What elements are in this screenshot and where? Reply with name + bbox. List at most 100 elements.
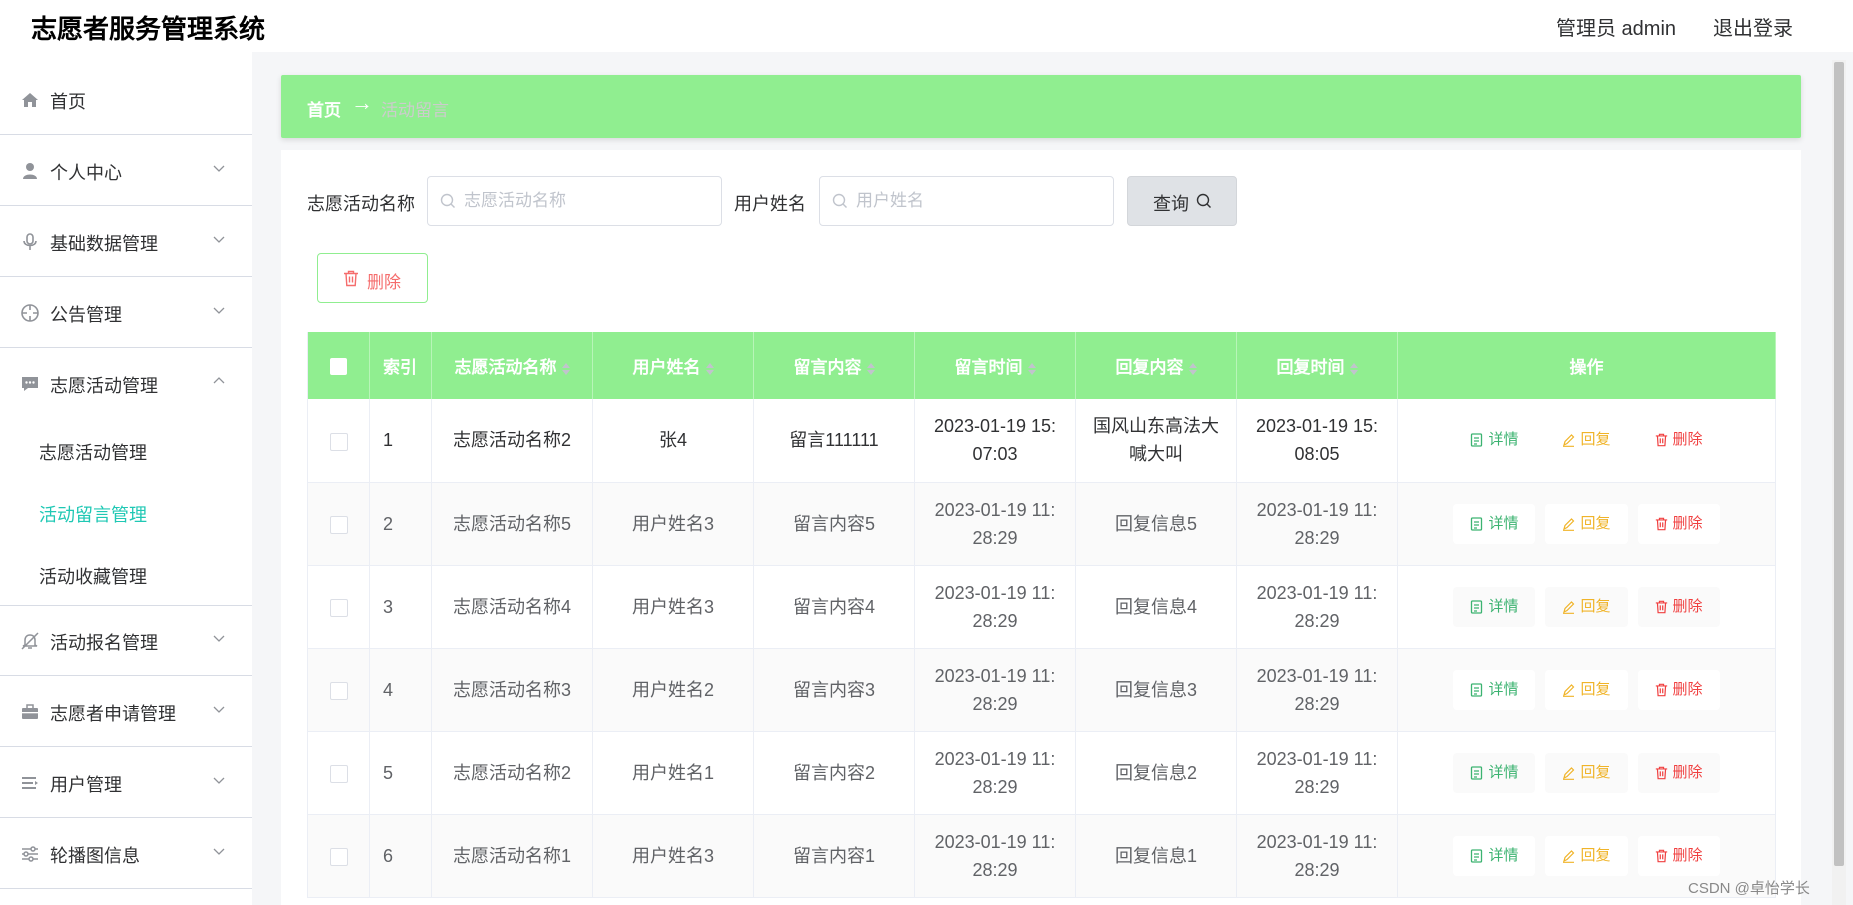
submenu-item-activity-management[interactable]: 志愿活动管理 <box>0 419 252 481</box>
delete-button[interactable]: 删除 <box>1637 669 1720 710</box>
sort-icon[interactable] <box>561 362 570 376</box>
current-user: 管理员 admin <box>1556 18 1677 40</box>
document-icon <box>1471 848 1483 863</box>
trash-icon <box>1655 433 1667 447</box>
reply-line-1: 回复信息5 <box>1114 513 1197 534</box>
cell-activity: 志愿活动名称3 <box>431 648 593 732</box>
delete-button[interactable]: 删除 <box>1637 503 1720 544</box>
cell-reply-time: 2023-01-19 15: 08:05 <box>1236 399 1398 483</box>
search-icon <box>832 193 847 208</box>
table-row: 3 志愿活动名称4 用户姓名3 留言内容4 2023-01-19 11: 28:29 回复信… <box>307 565 1776 649</box>
trash-icon <box>344 270 358 287</box>
sidebar-item-carousel[interactable]: 轮播图信息 <box>0 819 252 889</box>
app-title: 志愿者服务管理系统 <box>31 14 266 44</box>
detail-button[interactable]: 详情 <box>1453 586 1536 627</box>
row-checkbox[interactable] <box>329 681 348 700</box>
delete-button[interactable]: 删除 <box>1637 586 1720 627</box>
table-row: 2 志愿活动名称5 用户姓名3 留言内容5 2023-01-19 11: 28:29 回复信… <box>307 482 1776 566</box>
delete-label: 删除 <box>1672 431 1703 449</box>
sidebar-item-profile[interactable]: 个人中心 <box>0 136 252 206</box>
reply-button[interactable]: 回复 <box>1545 752 1628 793</box>
sidebar-item-home[interactable]: 首页 <box>0 65 252 135</box>
cell-actions: 详情 回复 删除 <box>1397 648 1776 732</box>
column-header-label: 回复内容 <box>1115 358 1184 377</box>
cell-reply: 回复信息2 <box>1075 731 1237 815</box>
trash-icon <box>1655 849 1667 862</box>
column-header-reply[interactable]: 回复内容 <box>1075 332 1237 399</box>
submenu-item-label: 志愿活动管理 <box>39 443 147 463</box>
logout-link[interactable]: 退出登录 <box>1713 12 1793 41</box>
reply-button[interactable]: 回复 <box>1545 420 1627 460</box>
query-button[interactable]: 查询 <box>1127 176 1237 226</box>
column-header-activity[interactable]: 志愿活动名称 <box>431 332 593 399</box>
cell-index: 5 <box>369 731 432 815</box>
query-button-label: 查询 <box>1153 194 1189 214</box>
detail-button[interactable]: 详情 <box>1453 420 1535 460</box>
sidebar-item-notices[interactable]: 公告管理 <box>0 278 252 348</box>
document-icon <box>1471 682 1483 697</box>
time-line-1: 2023-01-19 11: <box>934 831 1056 852</box>
sort-icon[interactable] <box>705 362 714 376</box>
table-row: 4 志愿活动名称3 用户姓名2 留言内容3 2023-01-19 11: 28:29 回复信… <box>307 648 1776 732</box>
delete-label: 删除 <box>1672 597 1703 615</box>
column-header-time[interactable]: 留言时间 <box>914 332 1076 399</box>
reply-button[interactable]: 回复 <box>1545 669 1628 710</box>
reply-button[interactable]: 回复 <box>1545 835 1628 876</box>
bulk-delete-button[interactable]: 删除 <box>317 253 428 303</box>
row-checkbox[interactable] <box>329 847 348 866</box>
row-checkbox[interactable] <box>329 764 348 783</box>
sidebar-item-volunteer-applications[interactable]: 志愿者申请管理 <box>0 677 252 747</box>
sort-icon[interactable] <box>1349 362 1358 376</box>
detail-button[interactable]: 详情 <box>1453 752 1536 793</box>
sidebar-item-activities[interactable]: 志愿活动管理 <box>0 349 252 419</box>
reply-button[interactable]: 回复 <box>1545 503 1628 544</box>
cell-time: 2023-01-19 11: 28:29 <box>914 482 1076 566</box>
table-body: 1 志愿活动名称2 张4 留言111111 2023-01-19 15: 07:03 国风山… <box>307 399 1776 898</box>
detail-button[interactable]: 详情 <box>1453 669 1536 710</box>
column-header-actions: 操作 <box>1397 332 1776 399</box>
select-all-cell <box>307 332 370 399</box>
column-header-label: 志愿活动名称 <box>454 358 557 377</box>
detail-button[interactable]: 详情 <box>1453 835 1536 876</box>
search-icon <box>1196 193 1211 208</box>
submenu-item-activity-favorites[interactable]: 活动收藏管理 <box>0 543 252 605</box>
detail-button[interactable]: 详情 <box>1453 503 1536 544</box>
row-checkbox[interactable] <box>329 432 348 451</box>
row-checkbox[interactable] <box>329 515 348 534</box>
sidebar-item-users[interactable]: 用户管理 <box>0 748 252 818</box>
scrollbar-thumb[interactable] <box>1834 62 1844 866</box>
cell-reply: 回复信息3 <box>1075 648 1237 732</box>
delete-label: 删除 <box>1672 763 1703 781</box>
sort-icon[interactable] <box>1027 362 1036 376</box>
delete-button[interactable]: 删除 <box>1638 420 1720 460</box>
row-checkbox[interactable] <box>329 598 348 617</box>
select-all-checkbox[interactable] <box>330 357 347 375</box>
detail-label: 详情 <box>1488 514 1519 532</box>
microphone-icon <box>23 233 37 250</box>
cell-user: 用户姓名3 <box>592 482 754 566</box>
column-header-label: 留言内容 <box>793 358 862 377</box>
sidebar-item-label: 活动报名管理 <box>50 633 158 653</box>
sort-icon[interactable] <box>1188 362 1197 376</box>
search-icon <box>440 193 455 208</box>
select-cell <box>307 482 370 566</box>
home-icon <box>22 93 38 107</box>
document-icon <box>1471 599 1483 614</box>
sort-icon[interactable] <box>866 362 875 376</box>
reply-time-line-1: 2023-01-19 11: <box>1256 831 1378 852</box>
delete-button[interactable]: 删除 <box>1637 752 1720 793</box>
sidebar-item-signups[interactable]: 活动报名管理 <box>0 606 252 676</box>
breadcrumb-home[interactable]: 首页 <box>307 96 341 121</box>
column-header-content[interactable]: 留言内容 <box>753 332 915 399</box>
column-header-reply-time[interactable]: 回复时间 <box>1236 332 1398 399</box>
reply-button[interactable]: 回复 <box>1545 586 1628 627</box>
cell-activity: 志愿活动名称2 <box>431 399 593 483</box>
chevron-down-icon <box>213 848 225 855</box>
delete-button[interactable]: 删除 <box>1637 835 1720 876</box>
reply-time-line-1: 2023-01-19 11: <box>1256 665 1378 686</box>
submenu-item-activity-messages[interactable]: 活动留言管理 <box>0 481 252 543</box>
user-name-input[interactable] <box>856 178 1056 224</box>
activity-name-input[interactable] <box>464 178 664 224</box>
column-header-user[interactable]: 用户姓名 <box>592 332 754 399</box>
sidebar-item-basic-data[interactable]: 基础数据管理 <box>0 207 252 277</box>
